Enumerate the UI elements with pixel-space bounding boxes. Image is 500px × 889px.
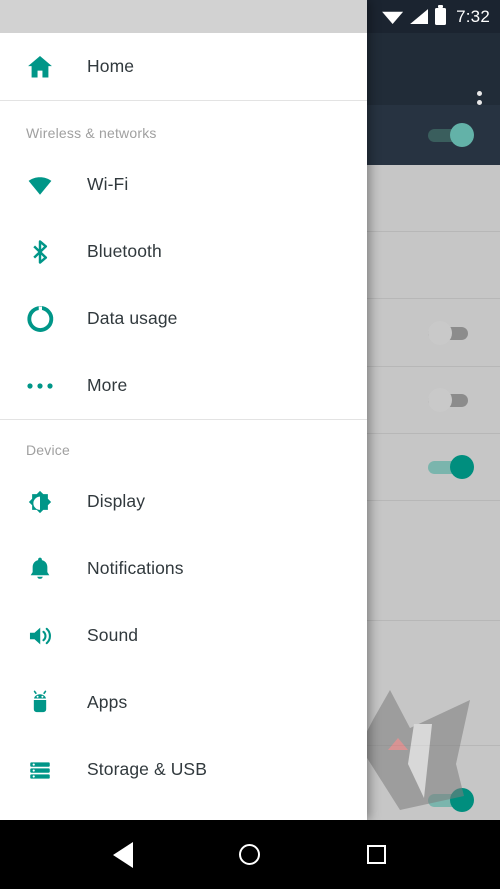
wifi-icon — [382, 11, 404, 24]
drawer-item-storage-usb[interactable]: Storage & USB — [0, 736, 367, 803]
drawer-item-more[interactable]: More — [0, 352, 367, 419]
settings-navigation-drawer: Home Wireless & networks Wi-Fi Bluetooth… — [0, 0, 367, 820]
volume-icon — [17, 619, 62, 653]
toggle-switch[interactable] — [428, 455, 474, 479]
drawer-item-label: Apps — [87, 692, 128, 712]
toggle-switch[interactable] — [428, 388, 474, 412]
back-icon — [113, 841, 134, 868]
recents-square-icon — [367, 845, 387, 864]
drawer-item-apps[interactable]: Apps — [0, 669, 367, 736]
drawer-status-bar-scrim — [0, 0, 367, 33]
bell-icon — [17, 552, 62, 586]
android-robot-icon — [17, 686, 62, 720]
drawer-item-label: Storage & USB — [87, 759, 207, 779]
home-circle-icon — [239, 844, 261, 865]
more-horizontal-icon — [17, 369, 62, 403]
phone-screen: 7:32 Home Wireless & networks Wi-Fi Blue… — [0, 0, 500, 889]
drawer-item-label: Bluetooth — [87, 241, 162, 261]
battery-icon — [435, 5, 447, 25]
section-header-device: Device — [26, 442, 70, 458]
toggle-switch[interactable] — [428, 788, 474, 812]
drawer-item-wifi[interactable]: Wi-Fi — [0, 151, 367, 218]
toggle-switch[interactable] — [428, 123, 474, 147]
drawer-item-label: Display — [87, 491, 146, 511]
data-usage-icon — [17, 302, 62, 336]
storage-icon — [17, 753, 62, 787]
drawer-item-display[interactable]: Display — [0, 468, 367, 535]
bluetooth-icon — [17, 235, 62, 269]
android-navigation-bar — [0, 820, 500, 889]
recents-button[interactable] — [353, 831, 401, 879]
drawer-item-label: More — [87, 375, 128, 395]
home-button[interactable] — [226, 831, 274, 879]
signal-icon — [410, 9, 429, 24]
drawer-item-data-usage[interactable]: Data usage — [0, 285, 367, 352]
drawer-item-label: Notifications — [87, 558, 184, 578]
brightness-icon — [17, 485, 62, 519]
drawer-item-label: Home — [87, 56, 135, 76]
toggle-switch[interactable] — [428, 320, 474, 345]
drawer-item-notifications[interactable]: Notifications — [0, 535, 367, 602]
drawer-item-label: Sound — [87, 625, 139, 645]
drawer-item-label: Data usage — [87, 308, 178, 328]
status-bar-clock: 7:32 — [456, 6, 490, 26]
drawer-item-label: Wi-Fi — [87, 174, 129, 194]
drawer-item-bluetooth[interactable]: Bluetooth — [0, 218, 367, 285]
drawer-item-sound[interactable]: Sound — [0, 602, 367, 669]
section-header-wireless: Wireless & networks — [26, 125, 157, 141]
home-icon — [17, 50, 62, 84]
back-button[interactable] — [99, 831, 147, 879]
drawer-scroll-area[interactable]: Home Wireless & networks Wi-Fi Bluetooth… — [0, 33, 367, 803]
drawer-item-home[interactable]: Home — [0, 33, 367, 100]
wifi-icon — [17, 168, 62, 202]
